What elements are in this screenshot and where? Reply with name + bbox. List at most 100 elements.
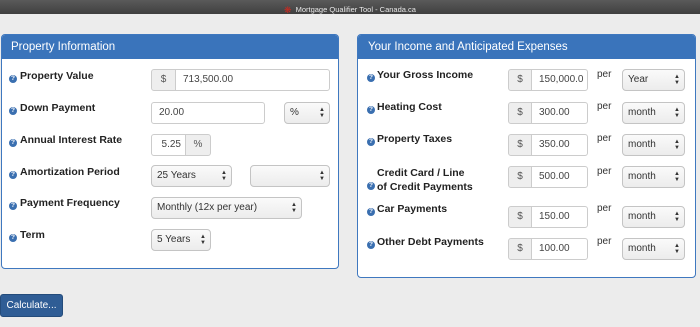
heating-cost-input[interactable]: 300.00	[531, 102, 588, 124]
other-debt-period-select[interactable]: month ▲ ▼	[622, 238, 685, 260]
property-taxes-label: Property Taxes	[377, 133, 453, 145]
updown-arrow-icon: ▲ ▼	[674, 74, 680, 86]
help-icon[interactable]: ?	[367, 182, 375, 190]
amortization-years-value: 25 Years	[157, 170, 196, 181]
credit-payments-input[interactable]: 500.00	[531, 166, 588, 188]
updown-arrow-icon: ▲ ▼	[291, 202, 297, 214]
term-select[interactable]: 5 Years ▲ ▼	[151, 229, 211, 251]
currency-prefix: $	[508, 102, 532, 124]
currency-prefix: $	[508, 206, 532, 228]
currency-prefix: $	[508, 69, 532, 91]
updown-arrow-icon: ▲ ▼	[674, 243, 680, 255]
gross-income-label: Your Gross Income	[377, 69, 474, 81]
payment-frequency-value: Monthly (12x per year)	[157, 202, 258, 213]
currency-prefix: $	[151, 69, 176, 91]
down-payment-input[interactable]: 20.00	[151, 102, 265, 124]
property-information-panel: Property Information ? Property Value $ …	[1, 34, 339, 269]
gross-income-input[interactable]: 150,000.0	[531, 69, 588, 91]
currency-prefix: $	[508, 134, 532, 156]
credit-payments-label-line1: Credit Card / Line	[377, 167, 465, 179]
car-payments-row: ? Car Payments $ 150.00 per month ▲ ▼	[358, 203, 695, 228]
property-panel-title: Property Information	[2, 35, 338, 59]
interest-rate-row: ? Annual Interest Rate 5.25 %	[2, 133, 338, 156]
updown-arrow-icon: ▲ ▼	[319, 107, 325, 119]
credit-payments-label-line2: of Credit Payments	[377, 181, 473, 193]
help-icon[interactable]: ?	[9, 139, 17, 147]
payment-frequency-select[interactable]: Monthly (12x per year) ▲ ▼	[151, 197, 302, 219]
other-debt-row: ? Other Debt Payments $ 100.00 per month…	[358, 236, 695, 260]
updown-arrow-icon: ▲ ▼	[674, 139, 680, 151]
per-label: per	[597, 166, 612, 177]
other-debt-period-value: month	[628, 243, 656, 254]
percent-suffix: %	[185, 134, 211, 156]
updown-arrow-icon: ▲ ▼	[674, 171, 680, 183]
gross-income-period-select[interactable]: Year ▲ ▼	[622, 69, 685, 91]
maple-leaf-icon: ❋	[284, 5, 292, 15]
gross-income-row: ? Your Gross Income $ 150,000.0 per Year…	[358, 69, 695, 91]
help-icon[interactable]: ?	[9, 171, 17, 179]
income-expenses-panel: Your Income and Anticipated Expenses ? Y…	[357, 34, 696, 278]
heating-cost-row: ? Heating Cost $ 300.00 per month ▲ ▼	[358, 101, 695, 124]
help-icon[interactable]: ?	[9, 107, 17, 115]
down-payment-row: ? Down Payment 20.00 % ▲ ▼	[2, 101, 338, 124]
down-payment-unit-select[interactable]: % ▲ ▼	[284, 102, 330, 124]
window-title: Mortgage Qualifier Tool - Canada.ca	[295, 5, 416, 14]
heating-cost-label: Heating Cost	[377, 101, 442, 113]
per-label: per	[597, 236, 612, 247]
updown-arrow-icon: ▲ ▼	[319, 170, 325, 182]
down-payment-unit-value: %	[290, 107, 299, 118]
updown-arrow-icon: ▲ ▼	[221, 170, 227, 182]
per-label: per	[597, 133, 612, 144]
window-title-bar: ❋ Mortgage Qualifier Tool - Canada.ca	[0, 0, 700, 15]
heating-cost-period-value: month	[628, 107, 656, 118]
currency-prefix: $	[508, 238, 532, 260]
other-debt-label: Other Debt Payments	[377, 236, 484, 248]
amortization-label: Amortization Period	[20, 166, 120, 178]
payment-frequency-label: Payment Frequency	[20, 197, 120, 209]
amortization-row: ? Amortization Period 25 Years ▲ ▼ ▲ ▼	[2, 165, 338, 187]
interest-rate-label: Annual Interest Rate	[20, 134, 123, 146]
car-payments-input[interactable]: 150.00	[531, 206, 588, 228]
help-icon[interactable]: ?	[367, 208, 375, 216]
property-value-label: Property Value	[20, 70, 94, 82]
term-value: 5 Years	[157, 234, 191, 245]
gross-income-period-value: Year	[628, 74, 649, 85]
car-payments-label: Car Payments	[377, 203, 448, 215]
credit-payments-row: Credit Card / Line ? of Credit Payments …	[358, 165, 695, 197]
down-payment-label: Down Payment	[20, 102, 96, 114]
help-icon[interactable]: ?	[367, 106, 375, 114]
car-payments-period-select[interactable]: month ▲ ▼	[622, 206, 685, 228]
help-icon[interactable]: ?	[9, 234, 17, 242]
credit-payments-period-select[interactable]: month ▲ ▼	[622, 166, 685, 188]
help-icon[interactable]: ?	[367, 241, 375, 249]
car-payments-period-value: month	[628, 211, 656, 222]
amortization-years-select[interactable]: 25 Years ▲ ▼	[151, 165, 232, 187]
updown-arrow-icon: ▲ ▼	[200, 234, 206, 246]
other-debt-input[interactable]: 100.00	[531, 238, 588, 260]
property-taxes-input[interactable]: 350.00	[531, 134, 588, 156]
per-label: per	[597, 203, 612, 214]
property-value-row: ? Property Value $ 713,500.00	[2, 69, 338, 91]
help-icon[interactable]: ?	[9, 75, 17, 83]
amortization-months-select[interactable]: ▲ ▼	[250, 165, 330, 187]
term-row: ? Term 5 Years ▲ ▼	[2, 229, 338, 251]
calculate-button[interactable]: Calculate...	[0, 294, 63, 317]
help-icon[interactable]: ?	[9, 202, 17, 210]
updown-arrow-icon: ▲ ▼	[674, 211, 680, 223]
heating-cost-period-select[interactable]: month ▲ ▼	[622, 102, 685, 124]
interest-rate-input[interactable]: 5.25	[151, 134, 186, 156]
per-label: per	[597, 69, 612, 80]
help-icon[interactable]: ?	[367, 138, 375, 146]
payment-frequency-row: ? Payment Frequency Monthly (12x per yea…	[2, 197, 338, 219]
property-taxes-row: ? Property Taxes $ 350.00 per month ▲ ▼	[358, 133, 695, 156]
credit-payments-period-value: month	[628, 171, 656, 182]
income-panel-title: Your Income and Anticipated Expenses	[358, 35, 695, 59]
currency-prefix: $	[508, 166, 532, 188]
property-taxes-period-select[interactable]: month ▲ ▼	[622, 134, 685, 156]
term-label: Term	[20, 229, 45, 241]
property-taxes-period-value: month	[628, 139, 656, 150]
help-icon[interactable]: ?	[367, 74, 375, 82]
per-label: per	[597, 101, 612, 112]
property-value-input[interactable]: 713,500.00	[175, 69, 330, 91]
updown-arrow-icon: ▲ ▼	[674, 107, 680, 119]
